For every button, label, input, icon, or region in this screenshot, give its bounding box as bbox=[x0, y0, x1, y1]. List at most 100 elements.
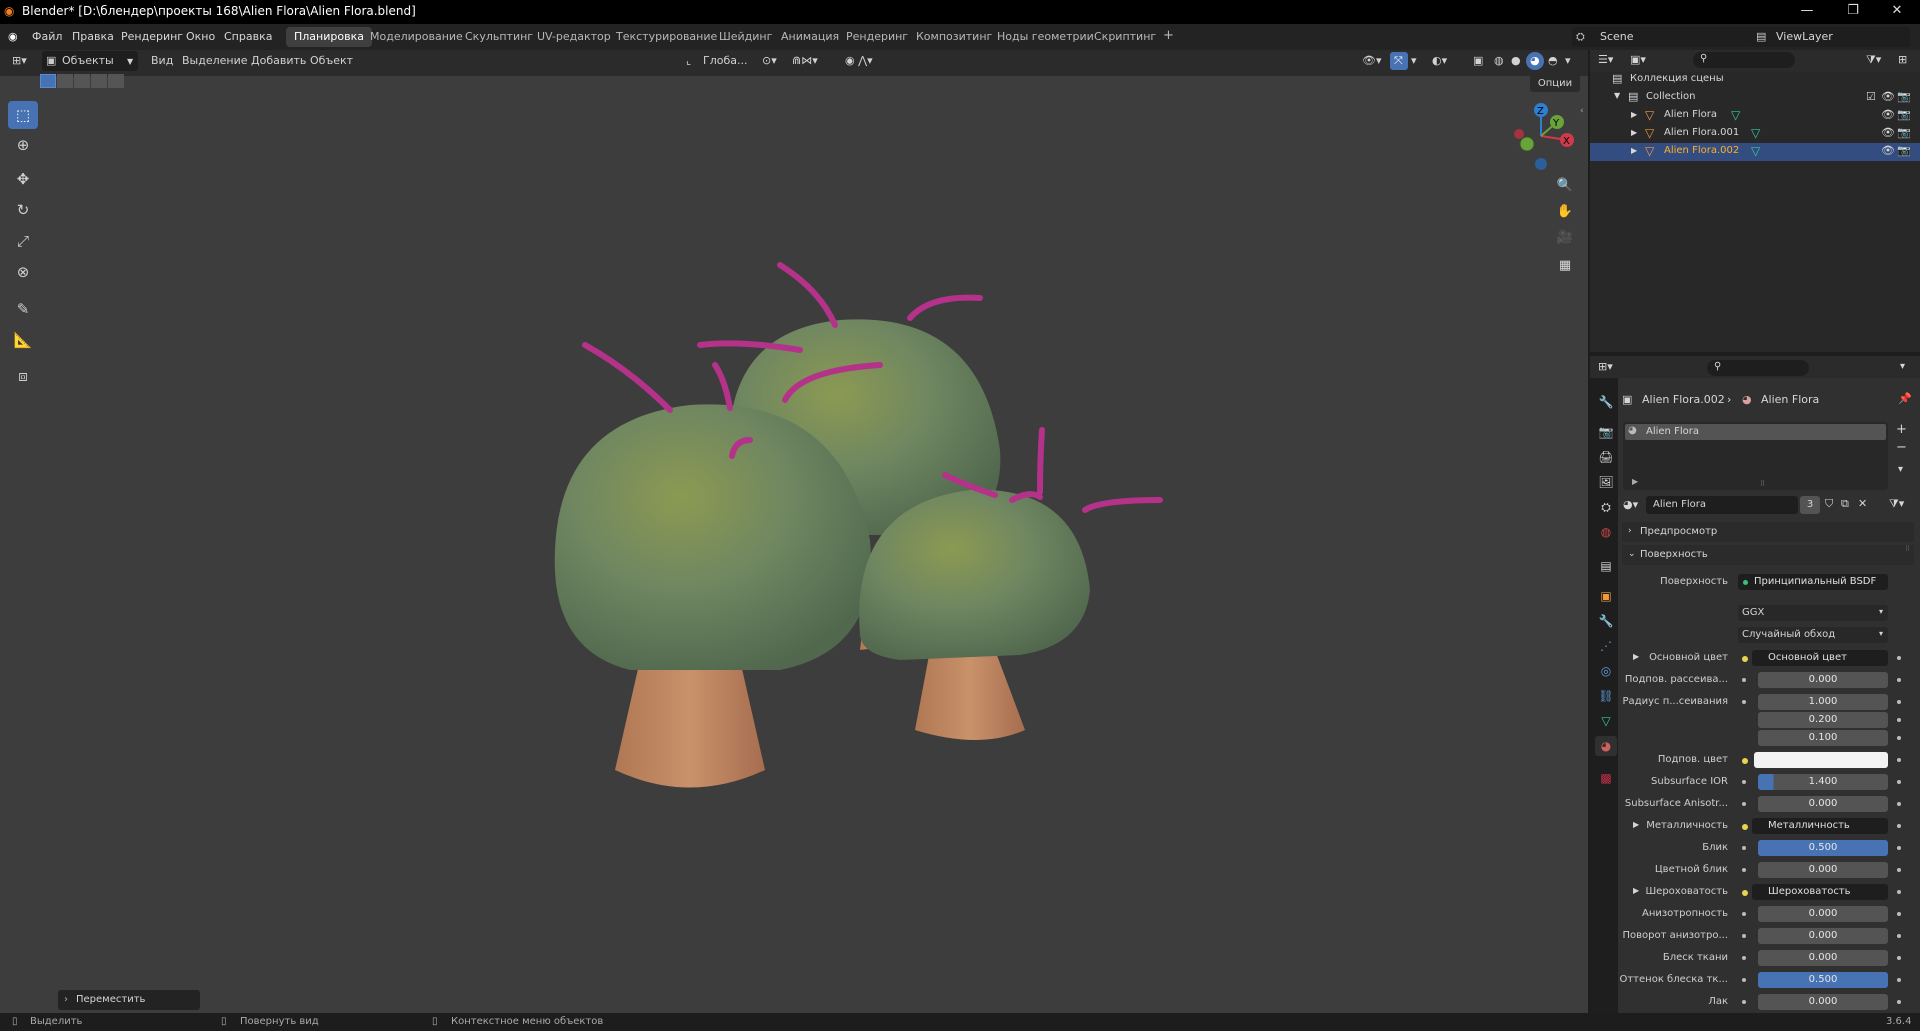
measure-tool-icon[interactable]: 📐 bbox=[8, 326, 38, 354]
select-extend-icon[interactable] bbox=[57, 74, 73, 88]
duplicate-icon[interactable]: ⧉ bbox=[1841, 497, 1849, 511]
remove-slot-button[interactable]: − bbox=[1896, 440, 1907, 455]
world-tab-icon[interactable]: ◍ bbox=[1595, 522, 1617, 542]
linked-input-field[interactable]: Металличность bbox=[1752, 818, 1888, 834]
menu-edit[interactable]: Правка bbox=[72, 30, 114, 43]
tab-shading[interactable]: Шейдинг bbox=[711, 27, 780, 47]
socket-dot-icon[interactable] bbox=[1742, 1000, 1746, 1004]
socket-dot-icon[interactable] bbox=[1742, 912, 1746, 916]
keyframe-dot-icon[interactable] bbox=[1897, 890, 1901, 894]
cursor-tool-icon[interactable]: ⊕ bbox=[8, 131, 38, 159]
value-slider[interactable]: 0.500 bbox=[1758, 840, 1888, 856]
view-layer-tab-icon[interactable]: 🖼 bbox=[1595, 472, 1617, 492]
outliner-search-input[interactable] bbox=[1693, 52, 1795, 68]
material-tab-icon[interactable]: ◕ bbox=[1595, 736, 1617, 756]
menu-window[interactable]: Окно bbox=[186, 30, 215, 43]
scale-tool-icon[interactable]: ⤢ bbox=[8, 227, 38, 255]
shading-dropdown-icon[interactable]: ▾ bbox=[1565, 54, 1571, 67]
camera-icon[interactable]: 📷 bbox=[1897, 144, 1911, 157]
pan-hand-icon[interactable]: ✋ bbox=[1553, 200, 1577, 224]
properties-search-input[interactable] bbox=[1707, 360, 1809, 376]
outliner-editor-icon[interactable]: ☰▾ bbox=[1598, 53, 1613, 66]
keyframe-dot-icon[interactable] bbox=[1897, 802, 1901, 806]
zoom-icon[interactable]: 🔍 bbox=[1553, 174, 1577, 198]
rendered-shading-icon[interactable]: ◓ bbox=[1548, 54, 1558, 67]
scene-tab-icon[interactable]: ⛭ bbox=[1595, 497, 1617, 517]
menu-help[interactable]: Справка bbox=[224, 30, 272, 43]
socket-dot-icon[interactable] bbox=[1742, 802, 1746, 806]
checkbox-icon[interactable]: ☑ bbox=[1866, 90, 1876, 103]
socket-dot-icon[interactable] bbox=[1742, 656, 1748, 662]
value-slider[interactable]: 1.400 bbox=[1758, 774, 1888, 790]
camera-icon[interactable]: 📷 bbox=[1897, 126, 1911, 139]
socket-dot-icon[interactable] bbox=[1742, 678, 1746, 682]
keyframe-dot-icon[interactable] bbox=[1897, 956, 1901, 960]
keyframe-dot-icon[interactable] bbox=[1897, 912, 1901, 916]
linked-input-field[interactable]: Шероховатость bbox=[1752, 884, 1888, 900]
xray-icon[interactable]: ▣ bbox=[1473, 54, 1483, 67]
navigation-gizmo[interactable]: Z Y X bbox=[1505, 100, 1577, 172]
unlink-icon[interactable]: ✕ bbox=[1858, 497, 1867, 510]
camera-view-icon[interactable]: 🎥 bbox=[1553, 226, 1577, 250]
keyframe-dot-icon[interactable] bbox=[1897, 868, 1901, 872]
tab-animation[interactable]: Анимация bbox=[773, 27, 847, 47]
select-subtract-icon[interactable] bbox=[74, 74, 90, 88]
select-box-tool-icon[interactable]: ⬚ bbox=[8, 101, 38, 129]
tab-uv-editing[interactable]: UV-редактор bbox=[529, 27, 619, 47]
distribution-dropdown[interactable]: GGX bbox=[1738, 605, 1888, 621]
maximize-button[interactable]: ❐ bbox=[1830, 0, 1876, 24]
menu-render[interactable]: Рендеринг bbox=[121, 30, 183, 43]
tab-layout[interactable]: Планировка bbox=[286, 27, 372, 47]
select-mode-buttons[interactable] bbox=[40, 74, 124, 90]
viewport-menu-add[interactable]: Добавить bbox=[251, 54, 306, 67]
tab-rendering[interactable]: Рендеринг bbox=[838, 27, 916, 47]
filter-icon[interactable]: ⧩▾ bbox=[1866, 53, 1881, 67]
user-count-badge[interactable]: 3 bbox=[1800, 496, 1820, 514]
close-button[interactable]: ✕ bbox=[1874, 0, 1920, 24]
sidebar-toggle-icon[interactable]: ‹ bbox=[1580, 106, 1584, 116]
select-invert-icon[interactable] bbox=[91, 74, 107, 88]
linked-input-field[interactable]: Основной цвет bbox=[1752, 650, 1888, 666]
expand-icon[interactable]: ▶ bbox=[1632, 477, 1638, 486]
tab-scripting[interactable]: Скриптинг bbox=[1086, 27, 1164, 47]
keyframe-dot-icon[interactable] bbox=[1897, 758, 1901, 762]
keyframe-dot-icon[interactable] bbox=[1897, 656, 1901, 660]
eye-icon[interactable]: 👁 bbox=[1881, 90, 1895, 103]
keyframe-dot-icon[interactable] bbox=[1897, 934, 1901, 938]
select-new-icon[interactable] bbox=[40, 74, 56, 88]
socket-dot-icon[interactable] bbox=[1742, 868, 1746, 872]
socket-dot-icon[interactable] bbox=[1742, 780, 1746, 784]
resize-handle-icon[interactable]: ⠿ bbox=[1760, 480, 1765, 488]
socket-dot-icon[interactable] bbox=[1742, 890, 1748, 896]
tool-tab-icon[interactable]: 🔧 bbox=[1595, 392, 1617, 412]
expand-icon[interactable]: ▶ bbox=[1631, 128, 1637, 137]
proportional-edit-icon[interactable]: ◉ ⋀▾ bbox=[845, 54, 873, 67]
value-slider[interactable]: 0.000 bbox=[1758, 994, 1888, 1010]
socket-dot-icon[interactable] bbox=[1742, 934, 1746, 938]
tab-geometry-nodes[interactable]: Ноды геометрии bbox=[989, 27, 1102, 47]
camera-icon[interactable]: 📷 bbox=[1897, 90, 1911, 103]
snap-icon[interactable]: ⋒⋈▾ bbox=[792, 54, 818, 67]
keyframe-dot-icon[interactable] bbox=[1897, 978, 1901, 982]
blender-menu-icon[interactable]: ◉ bbox=[8, 30, 18, 43]
keyframe-dot-icon[interactable] bbox=[1897, 780, 1901, 784]
alien-flora-scene[interactable] bbox=[540, 250, 1180, 790]
pin-icon[interactable]: 📌 bbox=[1898, 392, 1912, 405]
value-slider[interactable]: 1.000 bbox=[1758, 694, 1888, 710]
keyframe-dot-icon[interactable] bbox=[1897, 678, 1901, 682]
keyframe-dot-icon[interactable] bbox=[1897, 846, 1901, 850]
object-tab-icon[interactable]: ▣ bbox=[1595, 586, 1617, 606]
tab-texture-paint[interactable]: Текстурирование bbox=[608, 27, 725, 47]
value-slider[interactable]: 0.000 bbox=[1758, 672, 1888, 688]
visibility-icon[interactable]: 👁▾ bbox=[1362, 54, 1382, 67]
pivot-icon[interactable]: ⊙▾ bbox=[762, 54, 777, 67]
select-intersect-icon[interactable] bbox=[108, 74, 124, 88]
options-dropdown[interactable]: Опции bbox=[1530, 75, 1580, 92]
viewport-menu-select[interactable]: Выделение bbox=[182, 54, 248, 67]
surface-shader-field[interactable]: Принципиальный BSDF bbox=[1738, 574, 1888, 590]
transform-tool-icon[interactable]: ⊗ bbox=[8, 258, 38, 286]
socket-dot-icon[interactable] bbox=[1742, 824, 1748, 830]
drag-handle-icon[interactable]: ⠿ bbox=[1905, 545, 1910, 553]
eye-icon[interactable]: 👁 bbox=[1881, 144, 1895, 157]
viewport-menu-object[interactable]: Объект bbox=[310, 54, 353, 67]
